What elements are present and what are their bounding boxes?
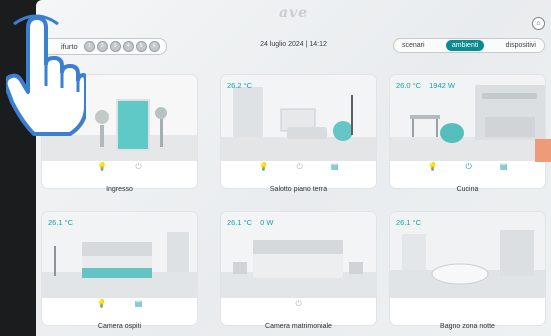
temperature-readout: 26.1 °C: [227, 218, 253, 227]
view-tabs: scenari ambienti dispositivi: [393, 38, 545, 53]
side-panel-tab[interactable]: [535, 139, 551, 162]
room-controls: 💡 ⏻ ▤: [221, 162, 376, 174]
app-screen: ave ⌂ ifurto 1 2 3 4 5 6 24 luglio 2024 …: [36, 0, 551, 336]
room-card-cucina[interactable]: 26.0 °C 1942 W 💡 ⏻ ▤: [390, 75, 545, 188]
room-name: Ingresso: [106, 186, 133, 193]
room-card-camera-ospiti[interactable]: 26.1 °C 💡 ▤: [42, 212, 197, 325]
temperature-readout: 26.1 °C: [48, 218, 74, 227]
room-readouts: 26.1 °C: [48, 218, 73, 227]
light-bulb-icon[interactable]: 💡: [97, 162, 107, 174]
room-name: Cucina: [456, 186, 479, 193]
room-card-salotto[interactable]: 26.2 °C 💡 ⏻ ▤: [221, 75, 376, 188]
power-readout: 1942 W: [429, 81, 455, 90]
tab-ambienti[interactable]: ambienti: [445, 40, 485, 51]
room-name: Camera ospiti: [97, 323, 142, 330]
power-plug-icon[interactable]: ⏻: [295, 299, 301, 311]
shutter-icon[interactable]: ▤: [331, 162, 339, 174]
light-bulb-icon[interactable]: 💡: [259, 162, 269, 174]
shutter-icon[interactable]: ▤: [135, 299, 143, 311]
room-controls: 💡 ⏻ ▤: [390, 162, 545, 174]
power-readout: 0 W: [260, 218, 274, 227]
temperature-readout: 26.0 °C: [396, 81, 422, 90]
room-controls: 💡 ⏻: [42, 162, 197, 174]
tab-scenari[interactable]: scenari: [396, 40, 431, 51]
temperature-readout: 26.2 °C: [227, 81, 253, 90]
room-controls: 💡 ▤: [42, 299, 197, 311]
ave-logo: ave: [278, 5, 309, 21]
top-bar: ifurto 1 2 3 4 5 6 24 luglio 2024 | 14:1…: [36, 38, 551, 55]
power-plug-icon[interactable]: ⏻: [135, 162, 141, 174]
room-readouts: 26.1 °C: [396, 218, 421, 227]
room-name: Bagno zona notte: [440, 323, 495, 330]
home-icon[interactable]: ⌂: [532, 17, 545, 30]
room-readouts: 26.1 °C 0 W: [227, 218, 273, 227]
room-controls: ⏻: [221, 299, 376, 311]
light-bulb-icon[interactable]: 💡: [97, 299, 107, 311]
room-name: Salotto piano terra: [269, 186, 328, 193]
pointing-hand-icon: [6, 14, 86, 136]
device-frame: ave ⌂ ifurto 1 2 3 4 5 6 24 luglio 2024 …: [0, 0, 551, 336]
temperature-readout: 26.1 °C: [396, 218, 422, 227]
room-card-camera-matrimoniale[interactable]: 26.1 °C 0 W ⏻: [221, 212, 376, 325]
shutter-icon[interactable]: ▤: [500, 162, 508, 174]
room-name: Camera matrimoniale: [265, 323, 332, 330]
room-readouts: 26.2 °C: [227, 81, 252, 90]
power-plug-icon[interactable]: ⏻: [297, 162, 303, 174]
power-plug-icon[interactable]: ⏻: [466, 162, 472, 174]
tab-dispositivi[interactable]: dispositivi: [500, 40, 542, 51]
room-readouts: 26.0 °C 1942 W: [396, 81, 455, 90]
room-card-bagno[interactable]: 26.1 °C: [390, 212, 545, 325]
light-bulb-icon[interactable]: 💡: [428, 162, 438, 174]
